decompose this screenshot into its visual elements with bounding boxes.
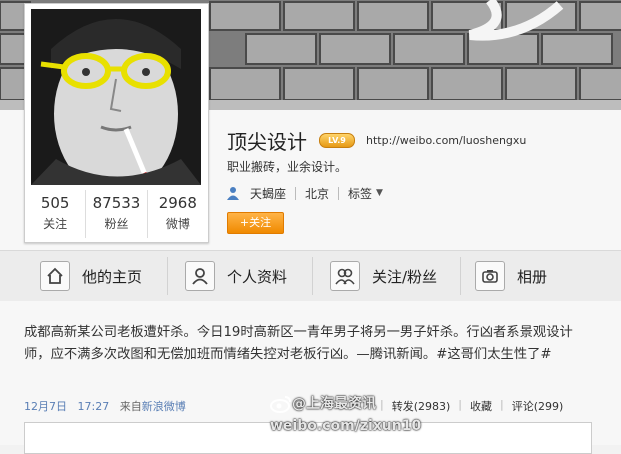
avatar[interactable] xyxy=(31,9,201,185)
zodiac-label: 天蝎座 xyxy=(250,186,287,201)
stat-value: 87533 xyxy=(92,194,141,212)
action-divider: | xyxy=(500,398,504,411)
stat-label: 关注 xyxy=(43,217,68,231)
user-icon xyxy=(227,187,239,200)
people-icon xyxy=(330,261,360,291)
stat-following[interactable]: 505 关注 xyxy=(25,190,85,238)
avatar-card: 505 关注 87533 粉丝 2968 微博 xyxy=(24,3,209,243)
profile-header: 顶尖设计 LV.9 http://weibo.com/luoshengxu xyxy=(227,128,526,154)
tab-follow-fans[interactable]: 关注/粉丝 xyxy=(330,251,437,301)
tab-label: 他的主页 xyxy=(82,267,143,286)
tab-divider xyxy=(312,257,313,295)
weibo-logo-icon xyxy=(270,396,291,413)
post-source-prefix: 来自 xyxy=(119,400,142,413)
follow-button[interactable]: +关注 xyxy=(227,212,284,234)
stat-label: 粉丝 xyxy=(104,217,129,231)
comment-button[interactable]: 评论(299) xyxy=(512,398,564,414)
stats-bar: 505 关注 87533 粉丝 2968 微博 xyxy=(25,190,208,238)
location-label: 北京 xyxy=(305,186,330,201)
tab-label: 关注/粉丝 xyxy=(372,267,438,286)
post-meta: 12月7日 17:27 来自新浪微博 xyxy=(24,398,186,414)
meta-divider xyxy=(338,186,340,200)
post-text: 成都高新某公司老板遭奸杀。今日19时高新区一青年男子将另一男子奸杀。行凶者系景观… xyxy=(24,325,573,362)
profile-name: 顶尖设计 xyxy=(227,129,307,154)
watermark-url: weibo.com/zixun10 xyxy=(270,418,422,434)
tab-label: 相册 xyxy=(517,267,548,286)
tags-dropdown[interactable]: 标签 xyxy=(348,185,372,202)
stat-label: 微博 xyxy=(165,217,190,231)
tab-home[interactable]: 他的主页 xyxy=(40,251,142,301)
post-time[interactable]: 17:27 xyxy=(78,400,110,413)
home-icon xyxy=(40,261,70,291)
stat-followers[interactable]: 87533 粉丝 xyxy=(85,190,146,238)
watermark: @上海最资讯 weibo.com/zixun10 xyxy=(270,393,460,441)
person-icon xyxy=(185,261,215,291)
vip-badge[interactable]: LV.9 xyxy=(319,132,355,148)
stat-posts[interactable]: 2968 微博 xyxy=(146,190,208,238)
camera-icon xyxy=(475,261,505,291)
chevron-down-icon[interactable]: ▼ xyxy=(376,188,383,198)
profile-bio: 职业搬砖，业余设计。 xyxy=(227,160,348,174)
meta-divider xyxy=(295,186,297,200)
profile-url-link[interactable]: http://weibo.com/luoshengxu xyxy=(366,134,526,147)
post-source-link[interactable]: 新浪微博 xyxy=(142,400,186,413)
tab-divider xyxy=(167,257,168,295)
tab-album[interactable]: 相册 xyxy=(475,251,547,301)
watermark-handle: @上海最资讯 xyxy=(292,396,376,412)
stat-value: 2968 xyxy=(158,194,197,212)
favorite-button[interactable]: 收藏 xyxy=(470,398,492,414)
post-date[interactable]: 12月7日 xyxy=(24,400,67,413)
tab-profile-info[interactable]: 个人资料 xyxy=(185,251,287,301)
profile-tabs: 他的主页 个人资料 关注/粉丝 相册 xyxy=(0,250,621,302)
stat-value: 505 xyxy=(40,194,70,212)
tab-divider xyxy=(460,257,461,295)
profile-meta: 天蝎座 北京 标签 ▼ xyxy=(227,185,383,201)
tab-label: 个人资料 xyxy=(227,267,288,286)
